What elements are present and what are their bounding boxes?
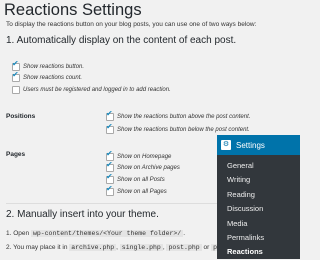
option-registered-only[interactable]: Users must be registered and logged in t… [12,86,171,94]
check-icon: ✔ [12,59,19,68]
check-icon: ✔ [12,70,19,79]
separator: , [116,244,118,251]
option-label: Show on all Pages [117,189,167,195]
checkbox-registered-only[interactable] [12,86,20,94]
menu-item-permalinks[interactable]: Permalinks [217,231,300,245]
option-label: Show on all Posts [117,177,165,183]
menu-pointer [212,140,217,150]
checkbox-archive[interactable]: ✔ [106,160,114,172]
checkbox-pages[interactable]: ✔ [106,184,114,196]
position-below[interactable]: ✔ Show the reactions button below the po… [106,122,250,134]
or-text: or [203,244,210,251]
checkbox-position-below[interactable]: ✔ [106,122,114,134]
option-label: Show on Homepage [117,154,172,160]
section1-heading: 1. Automatically display on the content … [6,35,237,46]
page-posts[interactable]: ✔ Show on all Posts [106,172,165,184]
menu-item-reading[interactable]: Reading [217,188,300,202]
checkbox-show-count[interactable]: ✔ [12,70,20,82]
check-icon: ✔ [106,109,113,118]
check-icon: ✔ [106,184,113,193]
menu-item-media[interactable]: Media [217,217,300,231]
check-icon: ✔ [106,172,113,181]
theme-path-code: wp-content/themes/<Your theme folder>/ [30,230,184,237]
positions-label: Positions [6,113,36,120]
option-label: Users must be registered and logged in t… [23,87,171,93]
option-label: Show the reactions button below the post… [117,127,250,133]
menu-item-general[interactable]: General [217,159,300,173]
checkbox-posts[interactable]: ✔ [106,172,114,184]
menu-item-reactions[interactable]: Reactions [217,245,300,259]
settings-menu-header[interactable]: ⚙ Settings [212,135,300,155]
option-show-button[interactable]: ✔ Show reactions button. [12,59,85,71]
checkbox-position-above[interactable]: ✔ [106,109,114,121]
check-icon: ✔ [106,160,113,169]
file-archive-code: archive.php [69,244,117,251]
page-title: Reactions Settings [4,1,142,19]
option-label: Show reactions button. [23,64,85,70]
file-post-code: post.php [166,244,202,251]
settings-icon: ⚙ [221,140,231,150]
section2-heading: 2. Manually insert into your theme. [6,209,159,220]
step-2: 2. You may place it in archive.php, sing… [6,244,239,251]
position-above[interactable]: ✔ Show the reactions button above the po… [106,109,251,121]
page-intro: To display the reactions button on your … [6,21,257,28]
check-icon: ✔ [106,149,113,158]
page-archive[interactable]: ✔ Show on Archive pages [106,160,180,172]
menu-item-discussion[interactable]: Discussion [217,202,300,216]
step2-prefix: 2. You may place it in [6,244,68,251]
step1-prefix: 1. Open [6,230,30,237]
page-homepage[interactable]: ✔ Show on Homepage [106,149,172,161]
step-1: 1. Open wp-content/themes/<Your theme fo… [6,230,185,237]
option-label: Show on Archive pages [117,165,180,171]
option-label: Show reactions count. [23,75,83,81]
file-single-code: single.php [119,244,163,251]
settings-menu-title: Settings [236,140,265,150]
menu-item-writing[interactable]: Writing [217,173,300,187]
admin-settings-submenu: ⚙ Settings General Writing Reading Discu… [212,135,300,259]
separator: , [162,244,165,251]
page-pages[interactable]: ✔ Show on all Pages [106,184,167,196]
option-show-count[interactable]: ✔ Show reactions count. [12,70,83,82]
option-label: Show the reactions button above the post… [117,114,251,120]
check-icon: ✔ [106,122,113,131]
step1-suffix: . [183,230,185,237]
pages-label: Pages [6,151,26,158]
